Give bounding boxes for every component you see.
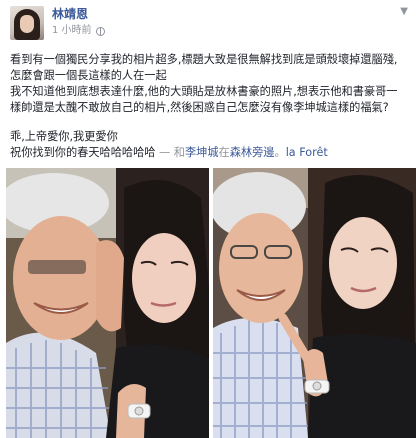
globe-icon (95, 26, 105, 36)
post-line: 看到有一個獨民分享我的相片超多,標題大致是很無解找到底是頭殼壞掉還腦殘, (10, 53, 398, 66)
with-separator: — 和 (155, 146, 185, 159)
photo-grid (6, 168, 416, 438)
author-name[interactable]: 林靖恩 (52, 7, 105, 22)
timestamp-row: 1 小時前 (52, 24, 105, 38)
avatar[interactable] (10, 6, 44, 40)
post-line: 樣帥還是太醜不敢放自己的相片,然後困惑自己怎麼沒有像李坤城這樣的福氣? (10, 101, 389, 114)
wish-text: 祝你找到你的春天哈哈哈哈哈 (10, 146, 156, 159)
post-line: 乖,上帝愛你,我更愛你 (10, 130, 118, 143)
post-header: 林靖恩 1 小時前 (10, 6, 105, 40)
post-line: 我不知道他到底想表達什麼,他的大頭貼是放林書豪的照片,想表示他和書豪哥一 (10, 85, 398, 98)
location-link[interactable]: 森林旁邊 (230, 146, 275, 159)
location-link-2[interactable]: la Forêt (286, 146, 328, 159)
timestamp[interactable]: 1 小時前 (52, 24, 92, 38)
at-word: 在 (218, 146, 230, 159)
post-meta: 林靖恩 1 小時前 (52, 6, 105, 40)
photo-2[interactable] (213, 168, 416, 438)
post-line-with-tags: 祝你找到你的春天哈哈哈哈哈 — 和李坤城在森林旁邊。la Forêt (10, 145, 410, 161)
post-line: 怎麼會跟一個長這樣的人在一起 (10, 69, 167, 82)
post-text: 看到有一個獨民分享我的相片超多,標題大致是很無解找到底是頭殼壞掉還腦殘, 怎麼會… (10, 52, 410, 161)
photo-1[interactable] (6, 168, 209, 438)
tagged-person-link[interactable]: 李坤城 (185, 146, 219, 159)
location-separator: 。 (274, 146, 286, 159)
chevron-down-icon[interactable]: ▼ (400, 6, 408, 17)
facebook-post: 林靖恩 1 小時前 ▼ 看到有一個獨民分享我的相片超多,標題大致是很無解找到底是… (0, 0, 416, 438)
